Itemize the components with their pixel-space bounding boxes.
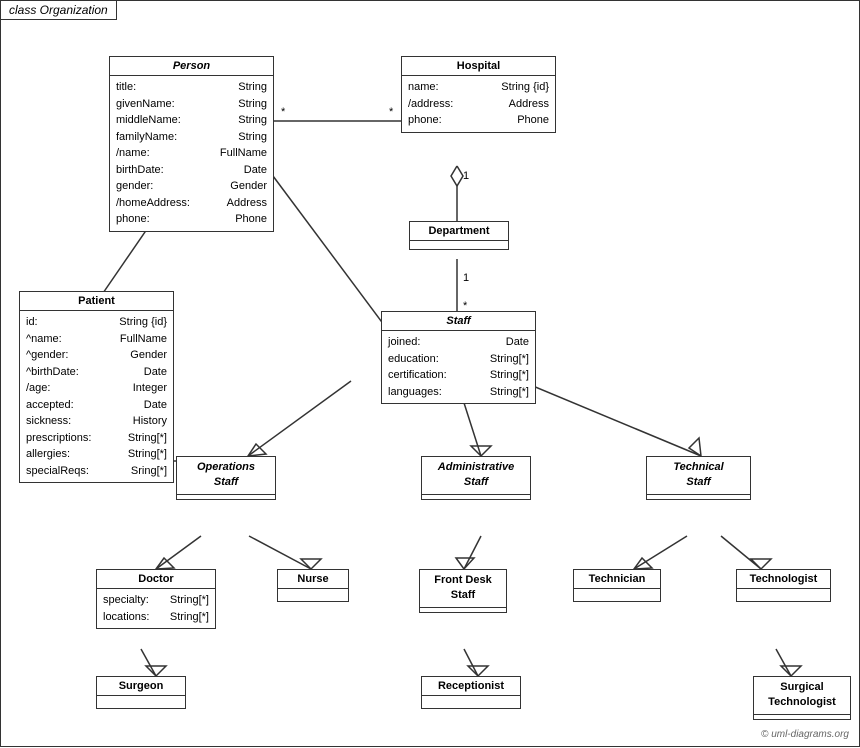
department-body (410, 241, 508, 249)
doctor-body: specialty:String[*] locations:String[*] (97, 589, 215, 628)
technical-staff-class: Technical Staff (646, 456, 751, 500)
surgical-technologist-body (754, 715, 850, 719)
surgeon-body (97, 696, 185, 708)
hospital-class: Hospital name:String {id} /address:Addre… (401, 56, 556, 133)
diagram-title: class Organization (1, 1, 117, 20)
operations-staff-body (177, 495, 275, 499)
patient-header: Patient (20, 292, 173, 311)
administrative-staff-body (422, 495, 530, 499)
administrative-staff-class: Administrative Staff (421, 456, 531, 500)
surgeon-class: Surgeon (96, 676, 186, 709)
front-desk-staff-body (420, 608, 506, 612)
administrative-staff-header: Administrative Staff (422, 457, 530, 495)
technologist-body (737, 589, 830, 601)
technical-staff-body (647, 495, 750, 499)
surgical-technologist-header: Surgical Technologist (754, 677, 850, 715)
person-header: Person (110, 57, 273, 76)
technologist-class: Technologist (736, 569, 831, 602)
doctor-class: Doctor specialty:String[*] locations:Str… (96, 569, 216, 629)
surgical-technologist-class: Surgical Technologist (753, 676, 851, 720)
nurse-class: Nurse (277, 569, 349, 602)
technical-staff-header: Technical Staff (647, 457, 750, 495)
svg-text:1: 1 (463, 272, 469, 284)
svg-text:*: * (281, 106, 286, 118)
technician-header: Technician (574, 570, 660, 589)
front-desk-staff-class: Front Desk Staff (419, 569, 507, 613)
technician-class: Technician (573, 569, 661, 602)
department-header: Department (410, 222, 508, 241)
operations-staff-header: Operations Staff (177, 457, 275, 495)
surgeon-header: Surgeon (97, 677, 185, 696)
nurse-header: Nurse (278, 570, 348, 589)
person-body: title:String givenName:String middleName… (110, 76, 273, 231)
staff-class: Staff joined:Date education:String[*] ce… (381, 311, 536, 404)
staff-header: Staff (382, 312, 535, 331)
operations-staff-class: Operations Staff (176, 456, 276, 500)
technologist-header: Technologist (737, 570, 830, 589)
receptionist-header: Receptionist (422, 677, 520, 696)
person-class: Person title:String givenName:String mid… (109, 56, 274, 232)
receptionist-class: Receptionist (421, 676, 521, 709)
svg-text:1: 1 (463, 170, 469, 182)
department-class: Department (409, 221, 509, 250)
svg-text:*: * (389, 106, 394, 118)
staff-body: joined:Date education:String[*] certific… (382, 331, 535, 403)
patient-class: Patient id:String {id} ^name:FullName ^g… (19, 291, 174, 483)
diagram-container: class Organization * * 1 * 1 * * * (0, 0, 860, 747)
copyright: © uml-diagrams.org (761, 729, 849, 740)
front-desk-staff-header: Front Desk Staff (420, 570, 506, 608)
technician-body (574, 589, 660, 601)
hospital-header: Hospital (402, 57, 555, 76)
hospital-body: name:String {id} /address:Address phone:… (402, 76, 555, 132)
nurse-body (278, 589, 348, 601)
patient-body: id:String {id} ^name:FullName ^gender:Ge… (20, 311, 173, 482)
doctor-header: Doctor (97, 570, 215, 589)
receptionist-body (422, 696, 520, 708)
